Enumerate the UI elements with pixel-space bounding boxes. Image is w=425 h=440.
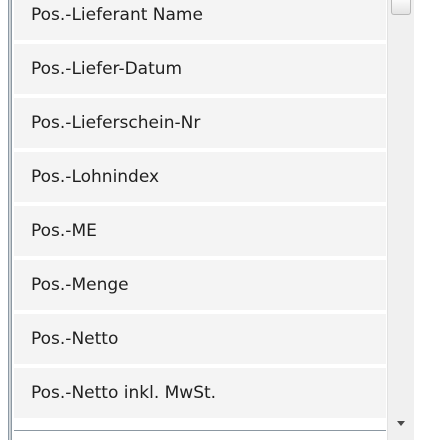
list-item-label: Pos.-Menge (31, 275, 129, 295)
list-item-pos-lieferschein-nr[interactable]: Pos.-Lieferschein-Nr (14, 98, 386, 152)
list-item-label: Pos.-Lohnindex (31, 167, 160, 187)
list-item-pos-menge[interactable]: Pos.-Menge (14, 260, 386, 314)
list-bottom-border (14, 430, 386, 431)
field-list[interactable]: Pos.-Lieferant Name Pos.-Liefer-Datum Po… (14, 0, 386, 430)
list-item-pos-lohnindex[interactable]: Pos.-Lohnindex (14, 152, 386, 206)
list-item-label: Pos.-Liefer-Datum (31, 59, 183, 79)
list-item-label: Pos.-Netto (31, 329, 119, 349)
vertical-scrollbar[interactable] (387, 0, 414, 440)
list-item-pos-liefer-datum[interactable]: Pos.-Liefer-Datum (14, 44, 386, 98)
list-item-label: Pos.-Lieferschein-Nr (31, 113, 201, 133)
scrollbar-thumb[interactable] (391, 0, 411, 15)
list-item-pos-netto-inkl-mwst[interactable]: Pos.-Netto inkl. MwSt. (14, 368, 386, 422)
list-item-pos-me[interactable]: Pos.-ME (14, 206, 386, 260)
list-item-pos-lieferant-name[interactable]: Pos.-Lieferant Name (14, 0, 386, 44)
list-window: Pos.-Lieferant Name Pos.-Liefer-Datum Po… (0, 0, 425, 440)
list-item-label: Pos.-ME (31, 221, 97, 241)
list-item-label: Pos.-Netto inkl. MwSt. (31, 383, 217, 403)
list-item-pos-netto[interactable]: Pos.-Netto (14, 314, 386, 368)
list-item-label: Pos.-Lieferant Name (31, 5, 203, 25)
window-left-border (8, 0, 12, 440)
triangle-down-icon[interactable] (394, 417, 408, 429)
